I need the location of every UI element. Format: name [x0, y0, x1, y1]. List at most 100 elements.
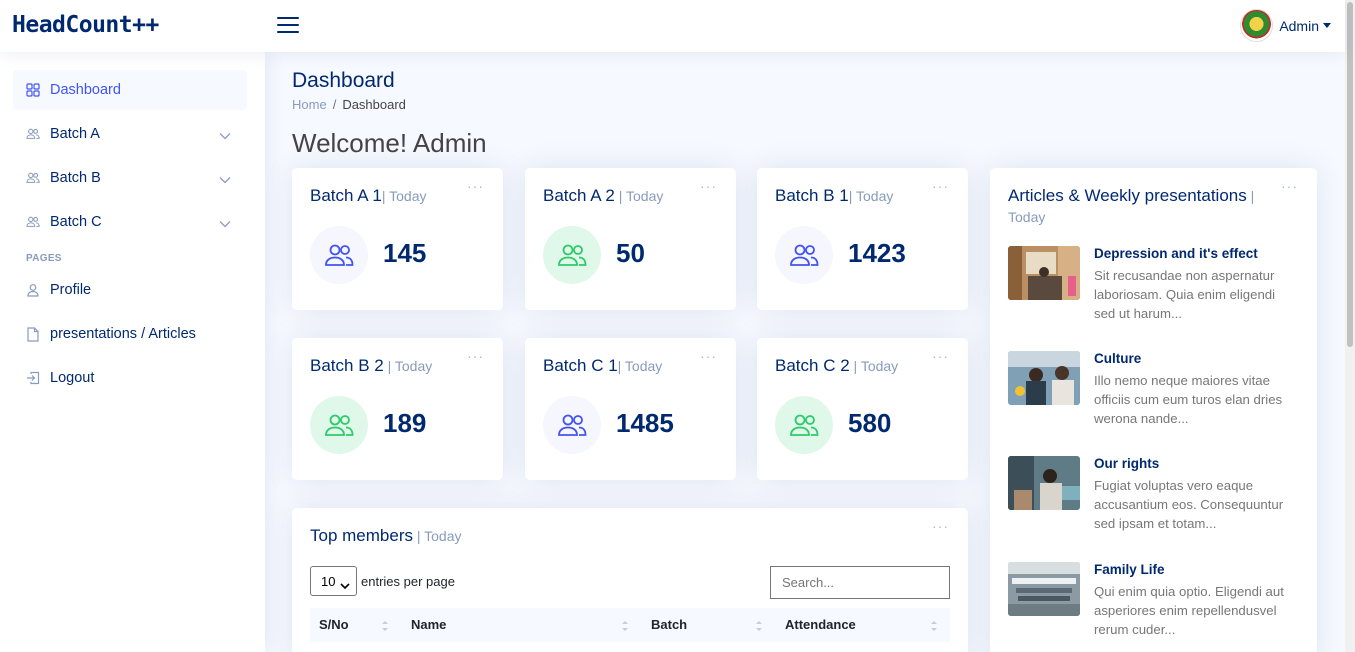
article-thumbnail — [1008, 351, 1080, 405]
scrollbar-thumb[interactable] — [1347, 2, 1353, 347]
page-scrollbar[interactable] — [1345, 0, 1355, 652]
sidebar-item-profile[interactable]: Profile — [13, 270, 247, 310]
card-title-text: Batch A 1 — [310, 186, 382, 205]
sort-icon[interactable] — [930, 618, 938, 634]
card-title-text: Batch A 2 — [543, 186, 615, 205]
breadcrumb: Home / Dashboard — [292, 97, 406, 112]
card-subtitle: | Today — [617, 358, 663, 374]
card-title-text: Batch C 2 — [775, 356, 850, 375]
sidebar-item-presentations[interactable]: presentations / Articles — [13, 314, 247, 354]
article-thumbnail — [1008, 456, 1080, 510]
sort-icon[interactable] — [755, 618, 763, 634]
card-subtitle: | Today — [614, 188, 664, 204]
article-title[interactable]: Family Life — [1094, 562, 1165, 577]
card-title-text: Batch C 1 — [543, 356, 618, 375]
more-options-icon[interactable]: ··· — [467, 179, 484, 193]
stat-value: 1485 — [616, 408, 674, 438]
more-options-icon[interactable]: ··· — [932, 519, 949, 533]
more-options-icon[interactable]: ··· — [1281, 179, 1298, 193]
sidebar-item-label: Batch B — [50, 170, 101, 186]
table-header: S/No Name Batch Attendance — [310, 608, 950, 642]
hamburger-icon — [277, 17, 299, 19]
stat-card-batch-c2: ··· Batch C 2 | Today 580 — [757, 338, 968, 480]
breadcrumb-separator: / — [332, 97, 337, 112]
person-icon — [26, 283, 40, 297]
top-members-title: Top members | Today — [310, 526, 462, 546]
more-options-icon[interactable]: ··· — [700, 349, 717, 363]
more-options-icon[interactable]: ··· — [700, 179, 717, 193]
articles-subtitle: Today — [1008, 209, 1046, 225]
more-options-icon[interactable]: ··· — [467, 349, 484, 363]
article-item[interactable]: Depression and it's effect Sit recusanda… — [1008, 246, 1298, 336]
people-icon — [26, 127, 40, 141]
sidebar-item-batch-a[interactable]: Batch A — [13, 114, 247, 154]
article-title[interactable]: Our rights — [1094, 456, 1159, 471]
sidebar-item-logout[interactable]: Logout — [13, 358, 247, 398]
grid-icon — [26, 83, 40, 97]
article-title[interactable]: Culture — [1094, 351, 1141, 366]
entries-per-page-select[interactable]: 10 — [310, 566, 357, 596]
more-options-icon[interactable]: ··· — [932, 179, 949, 193]
article-item[interactable]: Culture Illo nemo neque maiores vitae of… — [1008, 351, 1298, 441]
profile-dropdown[interactable]: Admin — [1240, 9, 1331, 42]
chevron-down-icon — [340, 578, 350, 593]
column-header-batch[interactable]: Batch — [651, 608, 687, 642]
card-title-text: Batch B 1 — [775, 186, 849, 205]
sidebar-item-label: Batch A — [50, 126, 100, 142]
sidebar-item-label: Batch C — [50, 214, 102, 230]
top-members-title-text: Top members — [310, 526, 413, 545]
top-members-card: ··· Top members | Today 10 entries per p… — [292, 508, 968, 652]
stat-card-batch-a1: ··· Batch A 1| Today 145 — [292, 168, 503, 310]
sidebar-toggle-button[interactable] — [277, 14, 299, 36]
card-title-text: Batch B 2 — [310, 356, 384, 375]
column-header-attendance[interactable]: Attendance — [785, 608, 856, 642]
sidebar-item-label: Dashboard — [50, 82, 121, 98]
select-value: 10 — [321, 573, 336, 589]
article-excerpt: Illo nemo neque maiores vitae officiis c… — [1094, 373, 1283, 426]
card-subtitle: | Today — [383, 358, 433, 374]
sidebar-item-label: presentations / Articles — [50, 326, 196, 342]
stat-card-batch-a2: ··· Batch A 2 | Today 50 — [525, 168, 736, 310]
logout-icon — [26, 371, 40, 385]
article-item[interactable]: Our rights Fugiat voluptas vero eaque ac… — [1008, 456, 1298, 546]
top-members-subtitle: | Today — [412, 528, 462, 544]
people-icon — [310, 226, 368, 284]
caret-down-icon — [1323, 23, 1331, 28]
people-icon — [26, 215, 40, 229]
chevron-down-icon — [219, 128, 231, 144]
chevron-down-icon — [219, 216, 231, 232]
article-thumbnail — [1008, 562, 1080, 616]
avatar — [1240, 9, 1274, 42]
sidebar-item-batch-c[interactable]: Batch C — [13, 202, 247, 242]
sort-icon[interactable] — [381, 618, 389, 634]
article-item[interactable]: Family Life Qui enim quia optio. Eligend… — [1008, 562, 1298, 652]
table-search-input[interactable]: Search... — [770, 566, 950, 599]
welcome-heading: Welcome! Admin — [292, 128, 487, 158]
breadcrumb-current: Dashboard — [342, 97, 406, 112]
article-title[interactable]: Depression and it's effect — [1094, 246, 1258, 261]
people-icon — [310, 396, 368, 454]
hamburger-icon-line — [277, 24, 299, 26]
sidebar-item-label: Profile — [50, 282, 92, 298]
stat-value: 580 — [848, 408, 892, 438]
column-header-name[interactable]: Name — [411, 608, 446, 642]
column-header-sno[interactable]: S/No — [319, 608, 349, 642]
more-options-icon[interactable]: ··· — [932, 349, 949, 363]
card-title: Batch A 2 | Today — [543, 186, 663, 206]
sort-icon[interactable] — [621, 618, 629, 634]
sidebar-item-batch-b[interactable]: Batch B — [13, 158, 247, 198]
sidebar-item-dashboard[interactable]: Dashboard — [13, 70, 247, 110]
card-title: Batch B 1| Today — [775, 186, 893, 206]
card-title: Batch B 2 | Today — [310, 356, 432, 376]
articles-card: ··· Articles & Weekly presentations | To… — [990, 168, 1317, 652]
app-logo[interactable]: HeadCount++ — [12, 12, 159, 38]
articles-title-sep: | — [1246, 188, 1255, 204]
stat-value: 145 — [383, 238, 427, 268]
chevron-down-icon — [219, 172, 231, 188]
article-excerpt: Sit recusandae non aspernatur laboriosam… — [1094, 268, 1276, 321]
article-thumbnail — [1008, 246, 1080, 300]
stat-card-batch-b1: ··· Batch B 1| Today 1423 — [757, 168, 968, 310]
card-subtitle: | Today — [381, 188, 427, 204]
profile-name: Admin — [1279, 17, 1319, 34]
breadcrumb-home-link[interactable]: Home — [292, 97, 327, 112]
